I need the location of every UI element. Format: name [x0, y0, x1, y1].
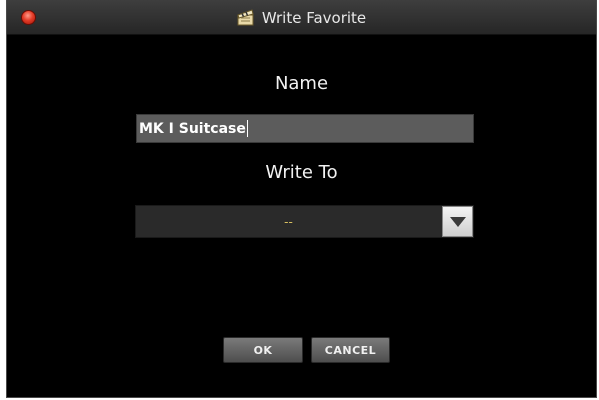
chevron-down-icon[interactable] — [442, 206, 473, 237]
clapperboard-icon — [237, 9, 255, 26]
title-container: Write Favorite — [7, 0, 596, 35]
name-input-value: MK I Suitcase — [139, 120, 246, 137]
name-input[interactable]: MK I Suitcase — [136, 114, 474, 143]
title-bar[interactable]: Write Favorite — [7, 0, 596, 35]
name-label: Name — [274, 73, 329, 94]
window-title: Write Favorite — [261, 8, 367, 27]
text-caret — [246, 120, 248, 137]
write-to-dropdown[interactable]: -- — [135, 205, 474, 238]
cancel-button[interactable]: CANCEL — [311, 337, 390, 363]
write-to-selected-value: -- — [284, 214, 293, 229]
write-favorite-dialog: Write Favorite Name MK I Suitcase Write … — [6, 0, 597, 398]
write-to-label: Write To — [265, 162, 338, 183]
ok-button[interactable]: OK — [223, 337, 303, 363]
